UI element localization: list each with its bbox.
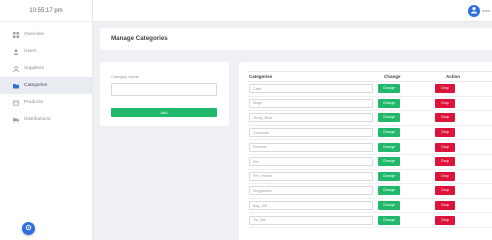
change-button[interactable]: Change (378, 113, 400, 123)
table-row: Change Drop (248, 96, 492, 112)
change-button[interactable]: Change (378, 98, 400, 108)
sidebar-nav: Overview Users Suppliers Categories Prod… (0, 22, 92, 128)
sidebar-item-products[interactable]: Products (0, 94, 92, 111)
category-name-field[interactable] (249, 84, 373, 94)
category-name-field[interactable] (249, 142, 373, 152)
sidebar-item-label: Suppliers (24, 66, 44, 71)
sidebar-item-suppliers[interactable]: Suppliers (0, 60, 92, 77)
sidebar-item-label: Overview (24, 32, 44, 37)
categories-table: Categories Change Action Change Drop Cha… (248, 71, 492, 228)
table-row: Change Drop (248, 110, 492, 126)
category-name-field[interactable] (249, 201, 373, 211)
category-name-field[interactable] (249, 113, 373, 123)
table-row: Change Drop (248, 125, 492, 141)
settings-icon (25, 224, 32, 233)
category-name-field[interactable] (249, 215, 373, 225)
change-button[interactable]: Change (378, 171, 400, 181)
drop-button[interactable]: Drop (435, 215, 455, 225)
add-category-button[interactable]: Add (111, 108, 217, 117)
change-button[interactable]: Change (378, 142, 400, 152)
column-header-change: Change (374, 71, 433, 82)
change-button[interactable]: Change (378, 128, 400, 138)
page-header: Manage Categories (100, 28, 492, 50)
drop-button[interactable]: Drop (435, 186, 455, 196)
category-name-field[interactable] (249, 98, 373, 108)
category-name-field[interactable] (249, 128, 373, 138)
column-header-categories: Categories (248, 71, 374, 82)
table-row: Change Drop (248, 169, 492, 185)
supplier-icon (13, 65, 19, 72)
drop-button[interactable]: Drop (435, 142, 455, 152)
category-name-label: Category Name (111, 74, 140, 79)
categories-table-card: Categories Change Action Change Drop Cha… (239, 62, 492, 240)
drop-button[interactable]: Drop (435, 113, 455, 123)
sidebar-item-label: Distributions (24, 117, 51, 122)
drop-button[interactable]: Drop (435, 98, 455, 108)
table-row: Change Drop (248, 139, 492, 155)
sidebar-item-overview[interactable]: Overview (0, 26, 92, 43)
table-row: Change Drop (248, 81, 492, 97)
change-button[interactable]: Change (378, 84, 400, 94)
table-row: Change Drop (248, 154, 492, 170)
table-header-row: Categories Change Action (248, 71, 492, 82)
change-button[interactable]: Change (378, 186, 400, 196)
drop-button[interactable]: Drop (435, 84, 455, 94)
truck-icon (13, 117, 19, 123)
category-name-input[interactable] (111, 83, 217, 96)
page-title: Manage Categories (111, 35, 168, 42)
table-row: Change Drop (248, 198, 492, 214)
drop-button[interactable]: Drop (435, 157, 455, 167)
sidebar-item-categories[interactable]: Categories (0, 77, 92, 94)
drop-button[interactable]: Drop (435, 201, 455, 211)
category-name-field[interactable] (249, 171, 373, 181)
table-row: Change Drop (248, 212, 492, 228)
drop-button[interactable]: Drop (435, 171, 455, 181)
change-button[interactable]: Change (378, 201, 400, 211)
settings-fab-button[interactable] (22, 222, 35, 235)
sidebar: 10:55:17 pm Overview Users Suppliers Cat… (0, 0, 93, 240)
table-row: Change Drop (248, 183, 492, 199)
user-name: adm (482, 8, 490, 13)
change-button[interactable]: Change (378, 157, 400, 167)
add-category-form: Category Name Add (100, 62, 229, 126)
user-avatar-icon (470, 6, 478, 16)
column-header-action: Action (433, 71, 492, 82)
category-name-field[interactable] (249, 157, 373, 167)
sidebar-item-label: Categories (24, 83, 48, 88)
sidebar-item-users[interactable]: Users (0, 43, 92, 60)
user-avatar-button[interactable] (468, 5, 480, 17)
grid-icon (13, 31, 19, 38)
sidebar-item-label: Users (24, 49, 37, 54)
clock: 10:55:17 pm (0, 0, 92, 22)
sidebar-item-label: Products (24, 100, 43, 105)
folder-icon (13, 83, 19, 89)
topbar: adm (93, 0, 492, 22)
user-icon (13, 48, 19, 55)
box-icon (13, 99, 19, 106)
category-name-field[interactable] (249, 186, 373, 196)
drop-button[interactable]: Drop (435, 128, 455, 138)
sidebar-item-distributions[interactable]: Distributions (0, 111, 92, 128)
change-button[interactable]: Change (378, 215, 400, 225)
